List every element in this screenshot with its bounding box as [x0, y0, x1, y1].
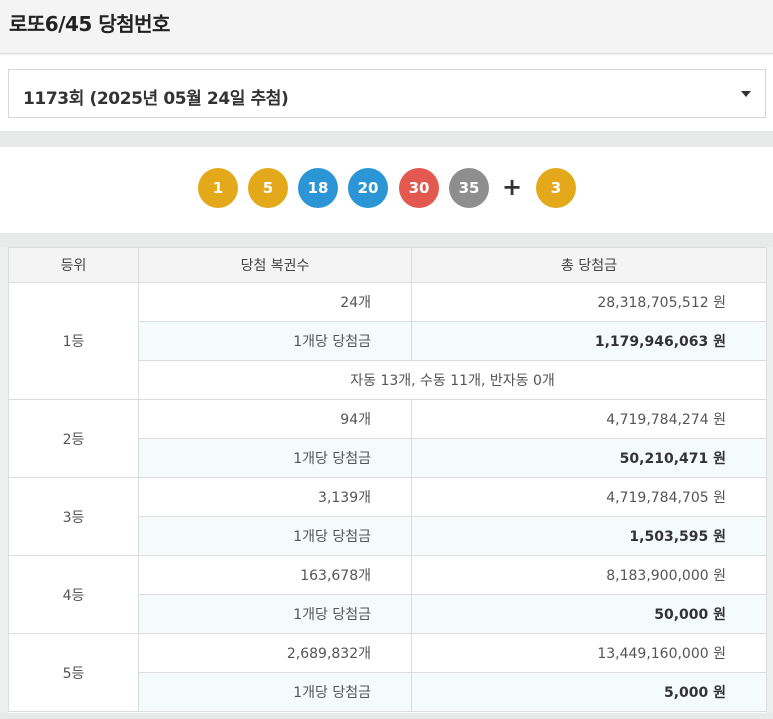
total-prize: 4,719,784,274 원 [411, 399, 767, 439]
winner-count: 163,678개 [138, 555, 412, 595]
winning-ball-1: 1 [198, 168, 238, 208]
total-prize: 8,183,900,000 원 [411, 555, 767, 595]
purchase-type-note: 자동 13개, 수동 11개, 반자동 0개 [138, 360, 767, 400]
round-select-value: 1173회 (2025년 05월 24일 추첨) [23, 89, 289, 109]
total-prize: 4,719,784,705 원 [411, 477, 767, 517]
prize-table-container: 등위 당첨 복권수 총 당첨금 1등 24개 28,318,705,512 원 … [8, 247, 767, 713]
page-header: 로또6/45 당첨번호 [0, 0, 773, 54]
page-title: 로또6/45 당첨번호 [9, 12, 170, 36]
winning-ball-6: 35 [449, 168, 489, 208]
header-total: 총 당첨금 [411, 247, 767, 283]
rank-cell: 1등 [8, 282, 139, 400]
header-count: 당첨 복권수 [138, 247, 412, 283]
table-row: 1등 24개 28,318,705,512 원 [8, 282, 767, 400]
rank-cell: 4등 [8, 555, 139, 634]
winner-count: 24개 [138, 282, 412, 322]
winner-count: 3,139개 [138, 477, 412, 517]
winning-ball-3: 18 [298, 168, 338, 208]
winning-ball-2: 5 [248, 168, 288, 208]
section-divider [0, 233, 773, 247]
winning-ball-4: 20 [348, 168, 388, 208]
bonus-ball: 3 [536, 168, 576, 208]
section-divider [0, 131, 773, 147]
plus-icon: + [501, 173, 523, 201]
round-select-dropdown[interactable]: 1173회 (2025년 05월 24일 추첨) [8, 69, 766, 118]
per-ticket-label: 1개당 당첨금 [138, 594, 412, 634]
table-row: 5등 2,689,832개 13,449,160,000 원 [8, 633, 767, 712]
per-ticket-label: 1개당 당첨금 [138, 672, 412, 712]
rank-cell: 5등 [8, 633, 139, 712]
winning-ball-5: 30 [399, 168, 439, 208]
table-row: 4등 163,678개 8,183,900,000 원 [8, 555, 767, 634]
per-ticket-label: 1개당 당첨금 [138, 321, 412, 361]
per-ticket-label: 1개당 당첨금 [138, 516, 412, 556]
total-prize: 28,318,705,512 원 [411, 282, 767, 322]
rank-cell: 3등 [8, 477, 139, 556]
table-row: 2등 94개 4,719,784,274 원 [8, 399, 767, 478]
total-prize: 13,449,160,000 원 [411, 633, 767, 673]
winner-count: 94개 [138, 399, 412, 439]
per-ticket-prize: 50,000 원 [411, 594, 767, 634]
winner-count: 2,689,832개 [138, 633, 412, 673]
per-ticket-prize: 50,210,471 원 [411, 438, 767, 478]
prize-table: 등위 당첨 복권수 총 당첨금 1등 24개 28,318,705,512 원 … [8, 247, 767, 712]
table-row: 3등 3,139개 4,719,784,705 원 [8, 477, 767, 556]
rank-cell: 2등 [8, 399, 139, 478]
section-divider [0, 713, 773, 719]
round-select-band: 1173회 (2025년 05월 24일 추첨) [0, 55, 773, 131]
chevron-down-icon [741, 91, 751, 97]
per-ticket-prize: 1,179,946,063 원 [411, 321, 767, 361]
per-ticket-prize: 5,000 원 [411, 672, 767, 712]
table-header-row: 등위 당첨 복권수 총 당첨금 [8, 247, 767, 283]
header-rank: 등위 [8, 247, 139, 283]
per-ticket-prize: 1,503,595 원 [411, 516, 767, 556]
winning-numbers: 1 5 18 20 30 35 + 3 [0, 147, 773, 233]
per-ticket-label: 1개당 당첨금 [138, 438, 412, 478]
